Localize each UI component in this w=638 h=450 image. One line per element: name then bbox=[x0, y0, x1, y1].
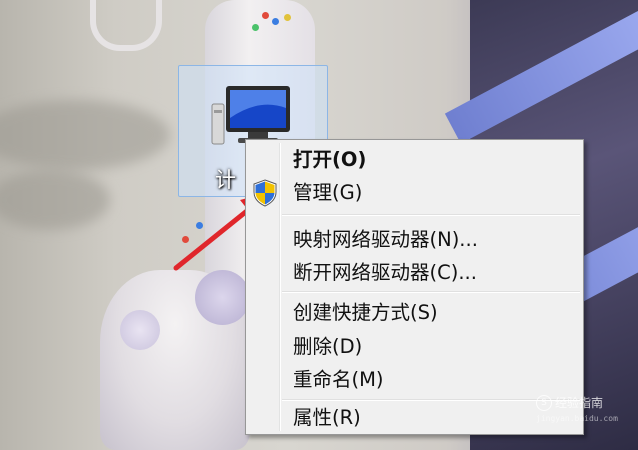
menu-item-label: 删除(D) bbox=[293, 335, 363, 358]
menu-item-manage[interactable]: 管理(G) bbox=[249, 177, 580, 209]
menu-item-label: 属性(R) bbox=[293, 406, 361, 429]
menu-item-label: 创建快捷方式(S) bbox=[293, 301, 438, 324]
menu-item-label: 断开网络驱动器(C)... bbox=[293, 261, 477, 284]
menu-item-label: 重命名(M) bbox=[293, 368, 384, 391]
menu-item-label: 映射网络驱动器(N)... bbox=[293, 228, 478, 251]
menu-item-delete[interactable]: 删除(D) bbox=[249, 331, 580, 363]
watermark: S 经验指南 bbox=[536, 394, 603, 411]
menu-item-map-network-drive[interactable]: 映射网络驱动器(N)... bbox=[249, 224, 580, 256]
watermark-url: jingyan.baidu.com bbox=[536, 414, 618, 423]
menu-item-label: 打开(O) bbox=[293, 148, 367, 171]
menu-separator bbox=[282, 291, 580, 293]
menu-item-open[interactable]: 打开(O) bbox=[249, 144, 580, 176]
watermark-logo-icon: S bbox=[536, 394, 552, 411]
menu-item-rename[interactable]: 重命名(M) bbox=[249, 364, 580, 396]
context-menu: 打开(O) 管理(G) 映射网络驱动器(N)... 断开网络驱动器(C)... … bbox=[245, 139, 584, 435]
menu-separator bbox=[282, 214, 580, 216]
watermark-text: 经验指南 bbox=[555, 396, 604, 410]
uac-shield-icon bbox=[253, 179, 277, 207]
menu-item-label: 管理(G) bbox=[293, 181, 363, 204]
menu-item-properties[interactable]: 属性(R) bbox=[249, 402, 580, 434]
menu-item-disconnect-network-drive[interactable]: 断开网络驱动器(C)... bbox=[249, 257, 580, 289]
menu-item-create-shortcut[interactable]: 创建快捷方式(S) bbox=[249, 297, 580, 329]
